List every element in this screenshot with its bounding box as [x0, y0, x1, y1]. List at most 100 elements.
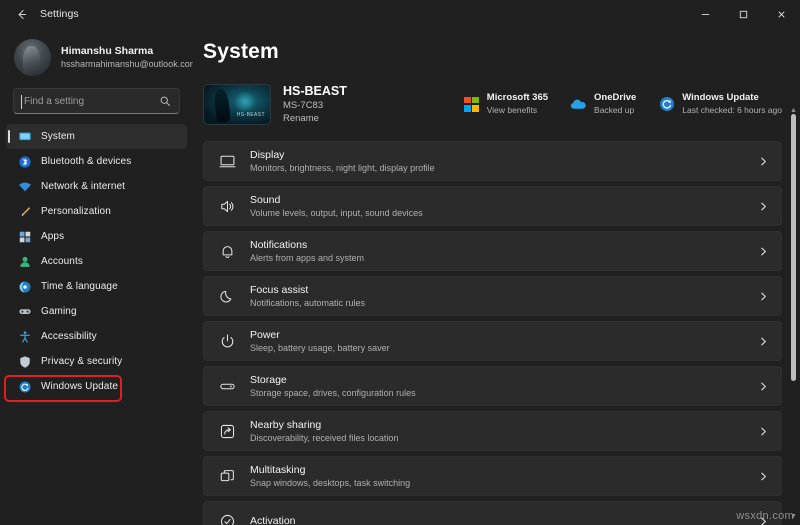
wifi-icon	[18, 180, 32, 194]
sidebar-label: Accounts	[41, 256, 83, 267]
gamepad-icon	[18, 305, 32, 319]
settings-item-storage[interactable]: Storage Storage space, drives, configura…	[203, 366, 782, 406]
settings-item-subtitle: Sleep, battery usage, battery saver	[250, 342, 390, 355]
sidebar-item-windows-update[interactable]: Windows Update	[6, 374, 187, 399]
sidebar-item-bluetooth-devices[interactable]: Bluetooth & devices	[6, 149, 187, 174]
window-title: Settings	[40, 8, 79, 20]
speaker-icon	[218, 197, 237, 216]
account-email: hssharmahimanshu@outlook.com	[61, 58, 193, 71]
sidebar-item-personalization[interactable]: Personalization	[6, 199, 187, 224]
settings-item-sound[interactable]: Sound Volume levels, output, input, soun…	[203, 186, 782, 226]
maximize-button[interactable]	[724, 0, 762, 28]
thumbnail-caption: HS-BEAST	[237, 112, 265, 118]
device-name: HS-BEAST	[283, 83, 347, 99]
account-name: Himanshu Sharma	[61, 44, 193, 58]
settings-item-text: Display Monitors, brightness, night ligh…	[250, 148, 435, 175]
check-circle-icon	[218, 512, 237, 525]
windows-update-icon	[658, 96, 675, 113]
settings-item-title: Storage	[250, 373, 416, 387]
settings-item-text: Storage Storage space, drives, configura…	[250, 373, 416, 400]
service-text: OneDrive Backed up	[594, 92, 636, 116]
maximize-icon	[738, 9, 749, 20]
sidebar-item-network-internet[interactable]: Network & internet	[6, 174, 187, 199]
settings-item-title: Activation	[250, 514, 296, 525]
brush-icon	[18, 205, 32, 219]
device-meta: HS-BEAST MS-7C83 Rename	[283, 83, 347, 125]
scrollbar[interactable]: ▲ ▼	[788, 56, 798, 525]
page-title: System	[203, 40, 800, 64]
service-text: Windows Update Last checked: 6 hours ago	[682, 92, 782, 116]
service-windows-update[interactable]: Windows Update Last checked: 6 hours ago	[658, 92, 782, 116]
chevron-right-icon	[758, 336, 769, 347]
accessibility-icon	[18, 330, 32, 344]
device-model: MS-7C83	[283, 99, 347, 112]
settings-item-display[interactable]: Display Monitors, brightness, night ligh…	[203, 141, 782, 181]
sidebar-label: System	[41, 131, 75, 142]
system-icon	[18, 130, 32, 144]
window-body: Himanshu Sharma hssharmahimanshu@outlook…	[0, 28, 800, 525]
sidebar-item-system[interactable]: System	[6, 124, 187, 149]
rename-link[interactable]: Rename	[283, 112, 347, 125]
sidebar-label: Accessibility	[41, 331, 97, 342]
settings-item-power[interactable]: Power Sleep, battery usage, battery save…	[203, 321, 782, 361]
watermark: wsxdn.com	[736, 510, 794, 522]
settings-item-title: Sound	[250, 193, 423, 207]
service-subtitle: Backed up	[594, 104, 636, 116]
sidebar-item-time-language[interactable]: Time & language	[6, 274, 187, 299]
share-icon	[218, 422, 237, 441]
arrow-left-icon	[15, 8, 28, 21]
sidebar-item-privacy-security[interactable]: Privacy & security	[6, 349, 187, 374]
power-icon	[218, 332, 237, 351]
service-microsoft-365[interactable]: Microsoft 365 View benefits	[463, 92, 548, 116]
settings-item-activation[interactable]: Activation	[203, 501, 782, 525]
chevron-right-icon	[758, 156, 769, 167]
sidebar-label: Bluetooth & devices	[41, 156, 131, 167]
sidebar-label: Privacy & security	[41, 356, 122, 367]
close-button[interactable]	[762, 0, 800, 28]
apps-icon	[18, 230, 32, 244]
settings-item-text: Power Sleep, battery usage, battery save…	[250, 328, 390, 355]
chevron-right-icon	[758, 471, 769, 482]
settings-item-text: Nearby sharing Discoverability, received…	[250, 418, 398, 445]
thumbnail-glow	[234, 91, 256, 113]
chevron-right-icon	[758, 246, 769, 257]
settings-item-multitasking[interactable]: Multitasking Snap windows, desktops, tas…	[203, 456, 782, 496]
settings-window: Settings Himanshu Sharma hssharmahimansh…	[0, 0, 800, 525]
service-title: Microsoft 365	[487, 92, 548, 104]
onedrive-cloud-icon	[570, 96, 587, 113]
settings-item-title: Focus assist	[250, 283, 365, 297]
settings-item-notifications[interactable]: Notifications Alerts from apps and syste…	[203, 231, 782, 271]
service-title: Windows Update	[682, 92, 782, 104]
settings-list: Display Monitors, brightness, night ligh…	[203, 141, 800, 525]
sidebar-label: Gaming	[41, 306, 77, 317]
chevron-right-icon	[758, 291, 769, 302]
title-bar: Settings	[0, 0, 800, 28]
search-icon	[159, 95, 171, 107]
sidebar: Himanshu Sharma hssharmahimanshu@outlook…	[0, 28, 193, 525]
sidebar-item-accessibility[interactable]: Accessibility	[6, 324, 187, 349]
sidebar-item-apps[interactable]: Apps	[6, 224, 187, 249]
back-button[interactable]	[6, 1, 36, 27]
settings-item-focus-assist[interactable]: Focus assist Notifications, automatic ru…	[203, 276, 782, 316]
device-summary-row: HS-BEAST HS-BEAST MS-7C83 Rename	[203, 77, 800, 131]
device-thumbnail: HS-BEAST	[203, 84, 271, 125]
account-summary[interactable]: Himanshu Sharma hssharmahimanshu@outlook…	[0, 28, 193, 86]
minimize-icon	[700, 9, 711, 20]
chevron-right-icon	[758, 201, 769, 212]
settings-item-text: Focus assist Notifications, automatic ru…	[250, 283, 365, 310]
drive-icon	[218, 377, 237, 396]
settings-item-title: Display	[250, 148, 435, 162]
scrollbar-thumb[interactable]	[791, 114, 796, 381]
search-input[interactable]	[22, 96, 159, 107]
bluetooth-icon	[18, 155, 32, 169]
sidebar-item-gaming[interactable]: Gaming	[6, 299, 187, 324]
search-box[interactable]	[13, 88, 180, 114]
settings-item-text: Multitasking Snap windows, desktops, tas…	[250, 463, 410, 490]
microsoft-365-icon	[463, 96, 480, 113]
service-text: Microsoft 365 View benefits	[487, 92, 548, 116]
settings-item-subtitle: Monitors, brightness, night light, displ…	[250, 162, 435, 175]
minimize-button[interactable]	[686, 0, 724, 28]
service-onedrive[interactable]: OneDrive Backed up	[570, 92, 636, 116]
sidebar-item-accounts[interactable]: Accounts	[6, 249, 187, 274]
settings-item-nearby-sharing[interactable]: Nearby sharing Discoverability, received…	[203, 411, 782, 451]
